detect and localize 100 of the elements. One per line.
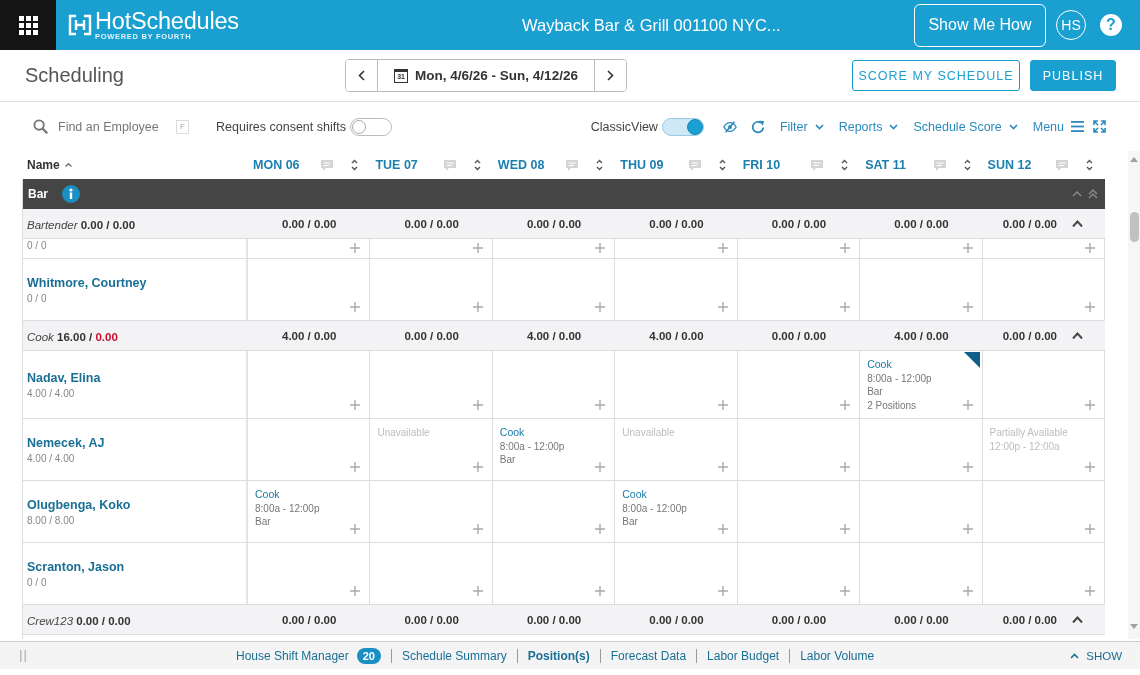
bottom-tab[interactable]: Labor Budget [696,648,790,663]
add-icon[interactable] [472,243,483,253]
menu-link[interactable]: Menu [1032,119,1084,134]
chevron-up-icon[interactable] [1072,615,1083,624]
add-icon[interactable] [717,524,728,534]
shift-position[interactable]: Cook [867,358,892,372]
eye-slash-icon[interactable] [722,119,737,134]
name-column-header[interactable]: Name [27,158,72,172]
add-icon[interactable] [717,586,728,596]
day-column-header[interactable]: WED 08 [497,158,545,172]
add-icon[interactable] [595,462,606,472]
dropdown-link[interactable]: Reports [838,119,899,134]
add-icon[interactable] [840,243,851,253]
add-icon[interactable] [1085,400,1095,410]
sort-icon[interactable] [473,159,481,171]
sort-icon[interactable] [841,159,849,171]
day-column-header[interactable]: FRI 10 [742,158,781,172]
add-icon[interactable] [840,302,851,312]
add-icon[interactable] [962,586,973,596]
add-icon[interactable] [1085,462,1095,472]
sort-icon[interactable] [718,159,726,171]
bottom-tab[interactable]: Schedule Summary [391,648,517,663]
employee-name[interactable]: Nemecek, AJ [27,435,105,450]
add-icon[interactable] [1085,302,1095,312]
refresh-icon[interactable] [750,119,765,134]
day-column-header[interactable]: TUE 07 [375,158,418,172]
scrollbar-thumb[interactable] [1129,212,1139,242]
add-icon[interactable] [1085,243,1095,253]
action-button[interactable]: SCORE MY SCHEDULE [852,60,1020,91]
day-column-header[interactable]: SUN 12 [987,158,1032,172]
add-icon[interactable] [350,302,361,312]
add-icon[interactable] [717,302,728,312]
add-icon[interactable] [840,400,851,410]
add-icon[interactable] [350,400,361,410]
dropdown-link[interactable]: Schedule Score [913,119,1018,134]
add-icon[interactable] [595,302,606,312]
comment-icon[interactable] [688,159,701,171]
bottom-tab[interactable]: Position(s) [516,648,600,663]
add-icon[interactable] [1085,524,1095,534]
day-column-header[interactable]: THU 09 [620,158,664,172]
add-icon[interactable] [962,243,973,253]
add-icon[interactable] [350,462,361,472]
day-column-header[interactable]: SAT 11 [865,158,906,172]
add-icon[interactable] [350,524,361,534]
scroll-up-icon[interactable] [1130,157,1138,162]
shift-position[interactable]: Cook [622,488,647,502]
add-icon[interactable] [717,243,728,253]
toggle-switch[interactable] [349,117,392,136]
add-icon[interactable] [472,302,483,312]
add-icon[interactable] [472,524,483,534]
shift-position[interactable]: Cook [499,426,525,440]
comment-icon[interactable] [933,159,946,171]
employee-name[interactable]: Nadav, Elina [27,370,101,385]
sort-icon[interactable] [1086,159,1093,171]
sort-icon[interactable] [963,159,971,171]
bottom-tab[interactable]: Labor Volume [789,648,885,663]
add-icon[interactable] [595,586,606,596]
show-panel-link[interactable]: SHOW [1070,649,1122,662]
day-column-header[interactable]: MON 06 [253,158,300,172]
bottom-tab[interactable]: Forecast Data [599,648,697,663]
guide-button[interactable]: Show Me How [914,3,1046,47]
action-button[interactable]: PUBLISH [1030,60,1116,91]
add-icon[interactable] [595,243,606,253]
add-icon[interactable] [595,400,606,410]
sort-icon[interactable] [596,159,604,171]
scroll-down-icon[interactable] [1130,624,1138,629]
toggle-switch[interactable] [661,117,704,136]
employee-name[interactable]: Olugbenga, Koko [27,497,131,512]
add-icon[interactable] [840,586,851,596]
double-chevron-up-icon[interactable] [1088,189,1098,199]
add-icon[interactable] [595,524,606,534]
scrollbar[interactable] [1128,151,1140,639]
drag-handle-icon[interactable] [20,649,26,662]
chevron-up-icon[interactable] [1072,331,1083,340]
help-button[interactable]: ? [1100,14,1122,36]
dropdown-link[interactable]: Filter [779,119,824,134]
comment-icon[interactable] [321,159,334,171]
sort-icon[interactable] [351,159,359,171]
app-launcher-button[interactable] [0,0,56,50]
add-icon[interactable] [472,400,483,410]
add-icon[interactable] [962,302,973,312]
info-icon[interactable] [62,185,80,203]
add-icon[interactable] [840,524,851,534]
employee-name[interactable]: Scranton, Jason [27,559,125,574]
comment-icon[interactable] [811,159,824,171]
comment-icon[interactable] [1056,159,1068,171]
add-icon[interactable] [1085,586,1095,596]
chevron-up-icon[interactable] [1072,219,1083,228]
add-icon[interactable] [717,462,728,472]
expand-icon[interactable] [1093,120,1106,133]
search-field[interactable]: Find an Employee [58,119,172,134]
add-icon[interactable] [717,400,728,410]
add-icon[interactable] [472,586,483,596]
add-icon[interactable] [350,243,361,253]
comment-icon[interactable] [566,159,579,171]
comment-icon[interactable] [443,159,456,171]
bottom-tab[interactable]: House Shift Manager 20 [236,647,391,664]
add-icon[interactable] [350,586,361,596]
add-icon[interactable] [472,462,483,472]
employee-name[interactable]: Whitmore, Courtney [27,275,147,290]
